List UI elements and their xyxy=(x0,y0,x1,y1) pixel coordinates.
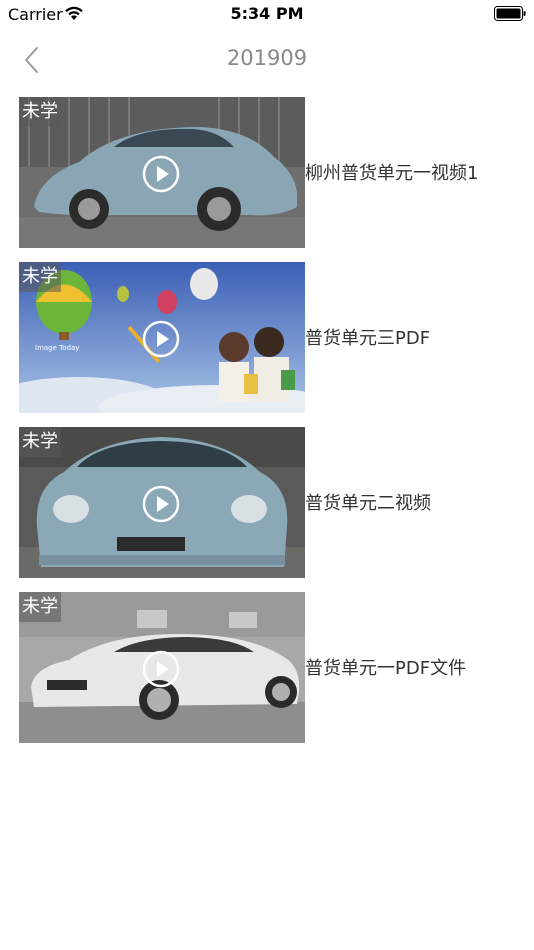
item-title: 普货单元一PDF文件 xyxy=(305,658,467,679)
status-badge: 未学 xyxy=(19,427,61,457)
thumbnail: 未学 xyxy=(19,97,305,248)
list-item[interactable]: 未学 柳州普货单元一视频1 xyxy=(0,97,534,248)
thumbnail: 未学 xyxy=(19,427,305,578)
list-item[interactable]: Image Today 未学 普货单元三PDF xyxy=(0,262,534,413)
play-icon[interactable] xyxy=(142,650,180,688)
play-icon[interactable] xyxy=(142,155,180,193)
status-badge: 未学 xyxy=(19,592,61,622)
item-title: 柳州普货单元一视频1 xyxy=(305,163,479,184)
status-badge: 未学 xyxy=(19,97,61,127)
status-badge: 未学 xyxy=(19,262,61,292)
play-icon[interactable] xyxy=(142,485,180,523)
item-title: 普货单元三PDF xyxy=(305,328,431,349)
status-bar: Carrier 5:34 PM xyxy=(0,0,534,30)
thumbnail: 未学 xyxy=(19,592,305,743)
course-list: 未学 柳州普货单元一视频1 Image Today 未学 普货单元三PDF 未学… xyxy=(0,97,534,757)
svg-text:Image Today: Image Today xyxy=(35,344,79,352)
play-icon[interactable] xyxy=(142,320,180,358)
page-title: 201909 xyxy=(226,46,308,70)
list-item[interactable]: 未学 普货单元一PDF文件 xyxy=(0,592,534,743)
status-time: 5:34 PM xyxy=(230,4,304,23)
list-item[interactable]: 未学 普货单元二视频 xyxy=(0,427,534,578)
item-title: 普货单元二视频 xyxy=(305,493,431,514)
nav-bar: 201909 xyxy=(0,30,534,90)
thumbnail: Image Today 未学 xyxy=(19,262,305,413)
battery-icon xyxy=(494,6,526,21)
